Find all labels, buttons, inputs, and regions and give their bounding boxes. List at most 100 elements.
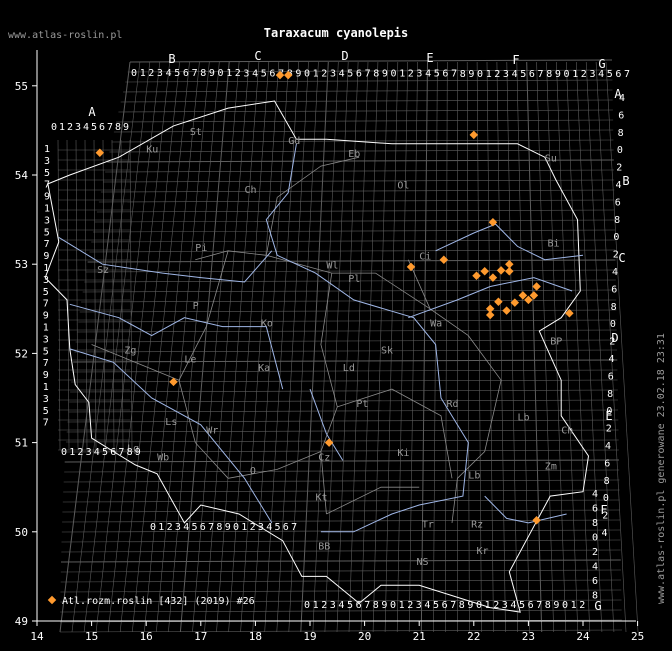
region-label: Su: [545, 154, 557, 165]
grid-digit-right: 2: [613, 250, 619, 261]
grid-digit-mid: 3: [258, 522, 264, 533]
region-label: Pt: [356, 399, 368, 410]
grid-digit-right-lower: 8: [592, 591, 598, 602]
grid-digit-right: 0: [617, 145, 623, 156]
grid-digit-top: 6: [442, 69, 448, 80]
grid-digit-mid: 2: [167, 522, 173, 533]
grid-digit-right: 2: [606, 424, 612, 435]
grid-digit-top: 5: [607, 69, 613, 80]
grid-digit-right-lower: 4: [592, 489, 598, 500]
grid-digit-top: 2: [408, 69, 414, 80]
grid-digit-top: 8: [546, 69, 552, 80]
grid-digit-left: 1: [44, 204, 50, 215]
grid-digit-top: 5: [434, 69, 440, 80]
grid-digit-top: 4: [598, 69, 604, 80]
region-label: Lb: [468, 470, 480, 481]
grid-digit-bottom: 3: [502, 600, 508, 611]
distribution-map: Taraxacum cyanolepis www.atlas-roslin.pl…: [0, 0, 672, 651]
grid-digit-right: 6: [604, 458, 610, 469]
grid-digit-mid: 1: [158, 522, 164, 533]
grid-digit-a: 8: [115, 122, 121, 133]
grid-digit-bottom: 0: [476, 600, 482, 611]
x-tick-label: 24: [576, 630, 590, 643]
grid-digit-bottom-left: 3: [86, 447, 92, 458]
grid-digit-a: 5: [91, 122, 97, 133]
grid-digit-bottom-left: 4: [94, 447, 100, 458]
grid-digit-bottom: 5: [347, 600, 353, 611]
x-tick-label: 14: [30, 630, 44, 643]
grid-digit-top: 1: [572, 69, 578, 80]
grid-digit-top: 1: [486, 69, 492, 80]
grid-digit-right: 6: [618, 110, 624, 121]
grid-digit-top: 6: [356, 69, 362, 80]
grid-digit-top: 4: [512, 69, 518, 80]
map-title: Taraxacum cyanolepis: [264, 26, 409, 40]
grid-digit-top: 5: [520, 69, 526, 80]
grid-digit-mid: 3: [175, 522, 181, 533]
grid-digit-left: 5: [43, 346, 49, 357]
x-tick-label: 20: [358, 630, 371, 643]
grid-digit-mid: 1: [241, 522, 247, 533]
grid-digit-left: 9: [44, 192, 50, 203]
region-label: Ld: [343, 363, 355, 374]
x-tick-label: 15: [85, 630, 98, 643]
grid-digit-mid: 9: [225, 522, 231, 533]
grid-column-letter: F: [512, 53, 519, 67]
x-tick-label: 25: [631, 630, 644, 643]
grid-row-letter: C: [618, 251, 625, 265]
x-tick-label: 19: [303, 630, 316, 643]
grid-digit-right-lower: 4: [592, 562, 598, 573]
grid-digit-bottom: 4: [510, 600, 516, 611]
x-tick-label: 22: [467, 630, 480, 643]
grid-digit-top: 9: [209, 68, 215, 79]
grid-digit-bottom: 9: [467, 600, 473, 611]
grid-digit-left: 5: [44, 168, 50, 179]
region-label: Ko: [261, 319, 273, 330]
grid-digit-bottom-left: 6: [110, 447, 116, 458]
grid-digit-right: 2: [616, 163, 622, 174]
grid-digit-bottom: 4: [424, 600, 430, 611]
grid-digit-left: 9: [43, 370, 49, 381]
region-label: Wr: [206, 426, 218, 437]
grid-digit-top: 3: [590, 69, 596, 80]
region-label: Sz: [97, 265, 109, 276]
grid-digit-right: 4: [605, 441, 611, 452]
grid-digit-top: 9: [295, 68, 301, 79]
grid-digit-top: 0: [477, 69, 483, 80]
grid-digit-bottom-left: 7: [118, 447, 124, 458]
grid-digit-right: 6: [608, 371, 614, 382]
region-label: Gd: [288, 136, 300, 147]
region-label: Sk: [381, 345, 393, 356]
grid-digit-top: 4: [339, 68, 345, 79]
grid-digit-a: 3: [75, 122, 81, 133]
grid-digit-bottom: 5: [519, 600, 525, 611]
grid-digit-top: 9: [555, 69, 561, 80]
map-background: [0, 0, 672, 651]
grid-digit-bottom: 2: [321, 600, 327, 611]
grid-digit-bottom: 8: [545, 600, 551, 611]
grid-digit-bottom: 1: [485, 600, 491, 611]
grid-digit-right: 4: [612, 267, 618, 278]
grid-digit-top: 1: [140, 68, 146, 79]
grid-digit-left: 7: [43, 299, 49, 310]
grid-digit-bottom: 5: [433, 600, 439, 611]
grid-digit-bottom-left: 9: [135, 447, 141, 458]
region-label: Ch: [245, 185, 257, 196]
region-label: Ci: [419, 252, 431, 263]
region-label: Lb: [518, 412, 530, 423]
grid-digit-left: 7: [44, 180, 50, 191]
grid-digit-bottom: 1: [399, 600, 405, 611]
grid-digit-left: 5: [43, 287, 49, 298]
region-label: Cz: [318, 452, 330, 463]
grid-digit-right: 8: [614, 215, 620, 226]
grid-digit-left: 1: [43, 382, 49, 393]
region-label: BB: [318, 542, 330, 553]
grid-digit-top: 9: [468, 69, 474, 80]
grid-digit-right: 0: [603, 493, 609, 504]
grid-digit-mid: 0: [233, 522, 239, 533]
region-label: Zm: [545, 461, 557, 472]
grid-digit-right: 4: [609, 354, 615, 365]
grid-digit-top: 4: [166, 68, 172, 79]
grid-digit-mid: 4: [183, 522, 189, 533]
grid-digit-left: 7: [43, 358, 49, 369]
